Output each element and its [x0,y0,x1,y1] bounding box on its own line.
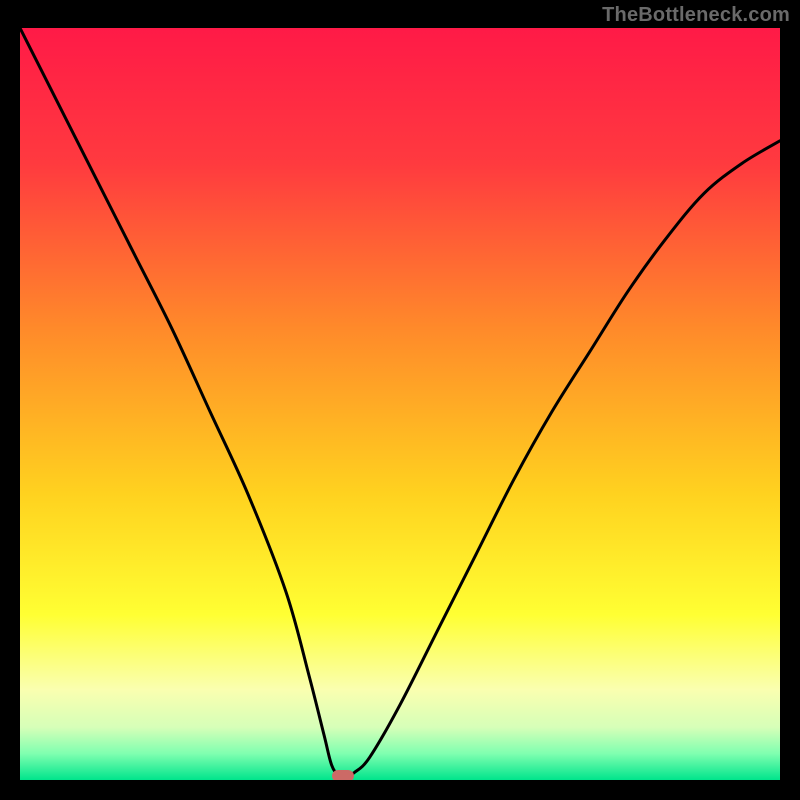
minimum-marker [332,770,354,780]
plot-area [20,28,780,780]
bottleneck-curve [20,28,780,780]
watermark-text: TheBottleneck.com [602,4,790,27]
chart-frame: TheBottleneck.com [0,0,800,800]
